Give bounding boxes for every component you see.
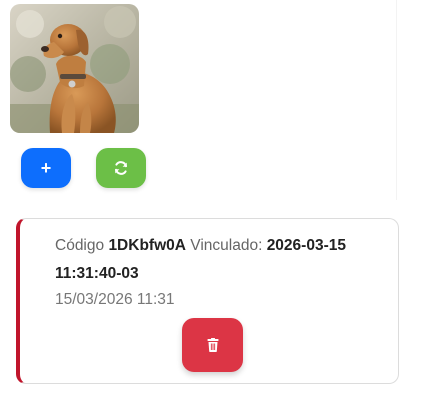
record-card: Código 1DKbfw0A Vinculado: 2026-03-15 11… [16,218,399,384]
add-button[interactable]: + [21,148,71,188]
trash-icon [207,338,218,352]
sync-icon [115,161,127,175]
linked-label: Vinculado: [190,237,263,254]
refresh-button[interactable] [96,148,146,188]
photo-panel: + [0,0,397,200]
code-value: 1DKbfw0A [108,237,186,254]
dog-image [10,4,139,133]
dog-photo [10,4,139,133]
record-date: 15/03/2026 11:31 [55,291,175,308]
code-label: Código [55,237,105,254]
record-info: Código 1DKbfw0A Vinculado: 2026-03-15 11… [55,232,375,288]
delete-button[interactable] [182,318,243,372]
plus-icon: + [40,158,52,178]
